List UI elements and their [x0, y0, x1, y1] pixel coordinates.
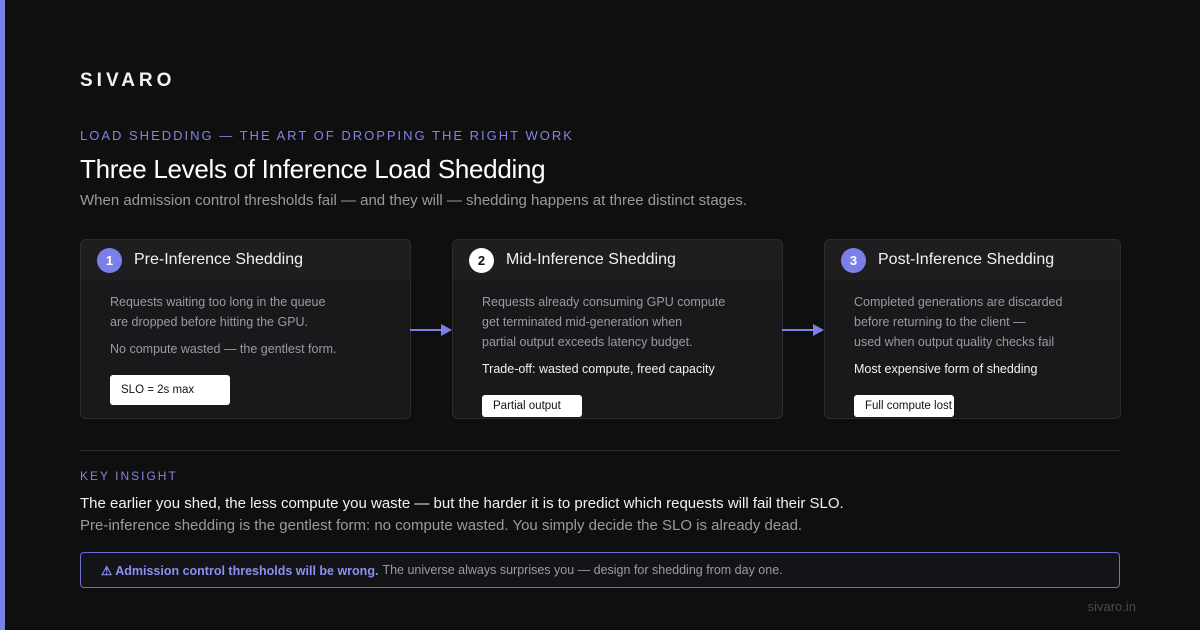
eyebrow-label: LOAD SHEDDING — THE ART OF DROPPING THE …	[80, 128, 574, 143]
card-pill-badge: SLO = 2s max	[110, 375, 230, 405]
card-body: Requests waiting too long in the queue a…	[81, 280, 410, 356]
footer-url: sivaro.in	[1087, 599, 1136, 614]
card-description: Requests waiting too long in the queue a…	[110, 295, 326, 329]
step-number-badge: 2	[469, 247, 494, 273]
card-title: Pre-Inference Shedding	[134, 251, 303, 268]
warning-callout-title: ⚠ Admission control thresholds will be w…	[101, 563, 379, 578]
arrow-right-icon	[782, 324, 824, 336]
card-header: 2 Mid-Inference Shedding	[453, 240, 782, 280]
card-body: Requests already consuming GPU compute g…	[453, 280, 782, 376]
card-pill-badge: Full compute lost	[854, 395, 954, 417]
page-title: Three Levels of Inference Load Shedding	[80, 154, 546, 184]
card-note: Most expensive form of shedding	[854, 362, 1038, 376]
key-insight-secondary: Pre-inference shedding is the gentlest f…	[80, 517, 803, 534]
step-number-badge: 1	[97, 247, 122, 273]
arrow-right-icon	[410, 324, 452, 336]
card-description: Requests already consuming GPU compute g…	[482, 295, 726, 349]
section-divider	[80, 450, 1120, 451]
card-title: Mid-Inference Shedding	[506, 251, 676, 268]
step-number-badge: 3	[841, 247, 866, 273]
card-description: Completed generations are discarded befo…	[854, 295, 1063, 349]
card-note: Trade-off: wasted compute, freed capacit…	[482, 362, 715, 376]
warning-callout-text: The universe always surprises you — desi…	[382, 563, 783, 577]
card-note: No compute wasted — the gentlest form.	[110, 342, 337, 356]
warning-callout: ⚠ Admission control thresholds will be w…	[80, 552, 1120, 588]
card-pill-badge: Partial output	[482, 395, 582, 417]
page-subtitle: When admission control thresholds fail —…	[80, 192, 748, 209]
card-header: 1 Pre-Inference Shedding	[81, 240, 410, 280]
card-post-inference: 3 Post-Inference Shedding Completed gene…	[824, 239, 1121, 419]
brand-logo: SIVARO	[80, 70, 176, 91]
card-mid-inference: 2 Mid-Inference Shedding Requests alread…	[452, 239, 783, 419]
key-insight-primary: The earlier you shed, the less compute y…	[80, 495, 844, 512]
card-body: Completed generations are discarded befo…	[825, 280, 1120, 376]
card-title: Post-Inference Shedding	[878, 251, 1055, 268]
left-accent-bar	[0, 0, 5, 630]
card-pre-inference: 1 Pre-Inference Shedding Requests waitin…	[80, 239, 411, 419]
key-insight-label: KEY INSIGHT	[80, 469, 178, 483]
card-header: 3 Post-Inference Shedding	[825, 240, 1120, 280]
